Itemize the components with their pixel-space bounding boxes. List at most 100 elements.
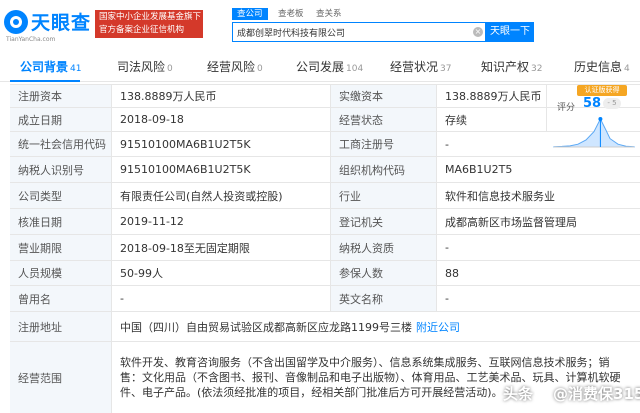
field-label: 经营状态 bbox=[331, 108, 437, 131]
address-text: 中国（四川）自由贸易试验区成都高新区应龙路1199号三楼 bbox=[120, 320, 412, 334]
tab-label: 知识产权 bbox=[481, 60, 530, 74]
logo-text: 天眼查 bbox=[31, 12, 92, 34]
field-label: 纳税人识别号 bbox=[10, 157, 112, 182]
field-label: 参保人数 bbox=[331, 261, 437, 285]
section-tabs: 公司背景 41 司法风险 0 经营风险 0 公司发展 104 经营状况 37 知识产权 32… bbox=[0, 52, 640, 82]
distribution-area bbox=[553, 117, 635, 148]
field-label: 英文名称 bbox=[331, 286, 437, 311]
field-value: - bbox=[112, 286, 331, 311]
field-label: 组织机构代码 bbox=[331, 157, 437, 182]
eye-logo-icon bbox=[4, 10, 28, 34]
official-badge: 国家中小企业发展基金旗下 官方备案企业征信机构 bbox=[95, 10, 203, 38]
tab-label: 司法风险 bbox=[117, 60, 166, 74]
field-label: 公司类型 bbox=[10, 183, 112, 208]
field-value: 软件和信息技术服务业 bbox=[445, 189, 555, 203]
tab-business-risk[interactable]: 经营风险 0 bbox=[207, 52, 263, 82]
tab-label: 公司背景 bbox=[20, 60, 69, 74]
search-box: × bbox=[232, 22, 486, 42]
badge-line-1: 国家中小企业发展基金旗下 bbox=[99, 12, 202, 22]
score-distribution-chart bbox=[553, 117, 635, 148]
tab-count: 32 bbox=[531, 64, 543, 74]
active-tab-underline bbox=[10, 80, 80, 82]
table-row: 公司类型 有限责任公司(自然人投资或控股) 行业 软件和信息技术服务业 bbox=[10, 183, 640, 209]
header: 天眼查 TianYanCha.com 国家中小企业发展基金旗下 官方备案企业征信… bbox=[0, 0, 640, 50]
field-label: 成立日期 bbox=[10, 108, 112, 131]
watermark-prefix: 头条 bbox=[503, 385, 534, 403]
company-info-table: 注册资本 138.8889万人民币 实缴资本 138.8889万人民币 成立日期… bbox=[10, 84, 640, 413]
field-label: 核准日期 bbox=[10, 209, 112, 234]
search-tab-company[interactable]: 查公司 bbox=[232, 8, 268, 20]
search-input[interactable] bbox=[233, 23, 471, 41]
tab-history[interactable]: 历史信息 4 bbox=[574, 52, 630, 82]
field-value: 存续 bbox=[437, 108, 547, 131]
tab-count: 37 bbox=[440, 64, 452, 74]
tab-count: 0 bbox=[167, 64, 173, 74]
tab-count: 104 bbox=[346, 64, 364, 74]
field-label: 登记机关 bbox=[331, 209, 437, 234]
table-row: 纳税人识别号 91510100MA6B1U2T5K 组织机构代码 MA6B1U2… bbox=[10, 157, 640, 183]
field-value: - bbox=[445, 241, 449, 254]
field-label: 曾用名 bbox=[10, 286, 112, 311]
tab-company-development[interactable]: 公司发展 104 bbox=[296, 52, 363, 82]
field-value: 中国（四川）自由贸易试验区成都高新区应龙路1199号三楼 附近公司 bbox=[112, 312, 640, 341]
score-marker-dot bbox=[598, 117, 603, 121]
table-row: 注册地址 中国（四川）自由贸易试验区成都高新区应龙路1199号三楼 附近公司 bbox=[10, 312, 640, 342]
field-label: 营业期限 bbox=[10, 235, 112, 260]
field-value: 138.8889万人民币 bbox=[112, 85, 331, 107]
field-value: 50-99人 bbox=[112, 261, 331, 285]
field-value: - bbox=[445, 292, 449, 305]
tab-operating-status[interactable]: 经营状况 37 bbox=[390, 52, 451, 82]
watermark-name: 消费保315 bbox=[568, 385, 640, 403]
clear-icon[interactable]: × bbox=[473, 27, 483, 37]
table-row: 统一社会信用代码 91510100MA6B1U2T5K 工商注册号 - bbox=[10, 132, 640, 157]
watermark-logo-icon bbox=[535, 385, 552, 401]
score-panel[interactable]: 认证版获得 评分 58 - 5 bbox=[547, 85, 640, 152]
field-value: 2019-11-12 bbox=[112, 209, 331, 234]
watermark-at: @ bbox=[553, 385, 569, 403]
score-value: 58 bbox=[583, 96, 602, 111]
field-label: 人员规模 bbox=[10, 261, 112, 285]
tab-count: 41 bbox=[70, 64, 82, 74]
score-label: 评分 bbox=[557, 103, 576, 113]
tab-label: 公司发展 bbox=[296, 60, 345, 74]
field-label: 工商注册号 bbox=[331, 132, 437, 156]
field-value: MA6B1U2T5 bbox=[445, 163, 513, 176]
field-value: 88 bbox=[445, 266, 459, 280]
tab-label: 经营状况 bbox=[390, 60, 439, 74]
table-row: 人员规模 50-99人 参保人数 88 bbox=[10, 261, 640, 286]
logo-subtext: TianYanCha.com bbox=[6, 36, 56, 43]
field-label: 经营范围 bbox=[10, 342, 112, 413]
score-delta-pill: - 5 bbox=[603, 98, 621, 109]
toutiao-watermark: 头条 @消费保315 bbox=[503, 383, 640, 404]
search-tab-relation[interactable]: 查关系 bbox=[316, 8, 342, 20]
table-row: 核准日期 2019-11-12 登记机关 成都高新区市场监督管理局 bbox=[10, 209, 640, 235]
table-row: 成立日期 2018-09-18 经营状态 存续 bbox=[10, 108, 640, 132]
certified-tag: 认证版获得 bbox=[577, 85, 627, 96]
badge-line-2: 官方备案企业征信机构 bbox=[99, 25, 185, 35]
field-label: 行业 bbox=[331, 183, 437, 208]
field-value: 138.8889万人民币 bbox=[437, 85, 547, 107]
table-row: 注册资本 138.8889万人民币 实缴资本 138.8889万人民币 bbox=[10, 85, 640, 108]
search-button[interactable]: 天眼一下 bbox=[486, 22, 534, 42]
tab-label: 历史信息 bbox=[574, 60, 623, 74]
tab-count: 4 bbox=[624, 64, 630, 74]
field-label: 统一社会信用代码 bbox=[10, 132, 112, 156]
field-value: 2018-09-18至无固定期限 bbox=[112, 235, 331, 260]
table-row: 营业期限 2018-09-18至无固定期限 纳税人资质 - bbox=[10, 235, 640, 261]
field-value: 91510100MA6B1U2T5K bbox=[112, 157, 331, 182]
field-value: 成都高新区市场监督管理局 bbox=[445, 215, 577, 229]
field-label: 纳税人资质 bbox=[331, 235, 437, 260]
field-label: 实缴资本 bbox=[331, 85, 437, 107]
tab-legal-risk[interactable]: 司法风险 0 bbox=[117, 52, 173, 82]
table-row: 曾用名 - 英文名称 - bbox=[10, 286, 640, 312]
search-tab-boss[interactable]: 查老板 bbox=[278, 8, 304, 20]
tab-company-background[interactable]: 公司背景 41 bbox=[20, 52, 81, 82]
tab-count: 0 bbox=[257, 64, 263, 74]
nearby-companies-link[interactable]: 附近公司 bbox=[416, 319, 460, 335]
tab-intellectual-property[interactable]: 知识产权 32 bbox=[481, 52, 542, 82]
tianyancha-logo[interactable]: 天眼查 TianYanCha.com bbox=[4, 6, 92, 44]
field-value: 有限责任公司(自然人投资或控股) bbox=[112, 183, 331, 208]
field-value: 91510100MA6B1U2T5K bbox=[112, 132, 331, 156]
field-value: 2018-09-18 bbox=[112, 108, 331, 131]
field-label: 注册资本 bbox=[10, 85, 112, 107]
